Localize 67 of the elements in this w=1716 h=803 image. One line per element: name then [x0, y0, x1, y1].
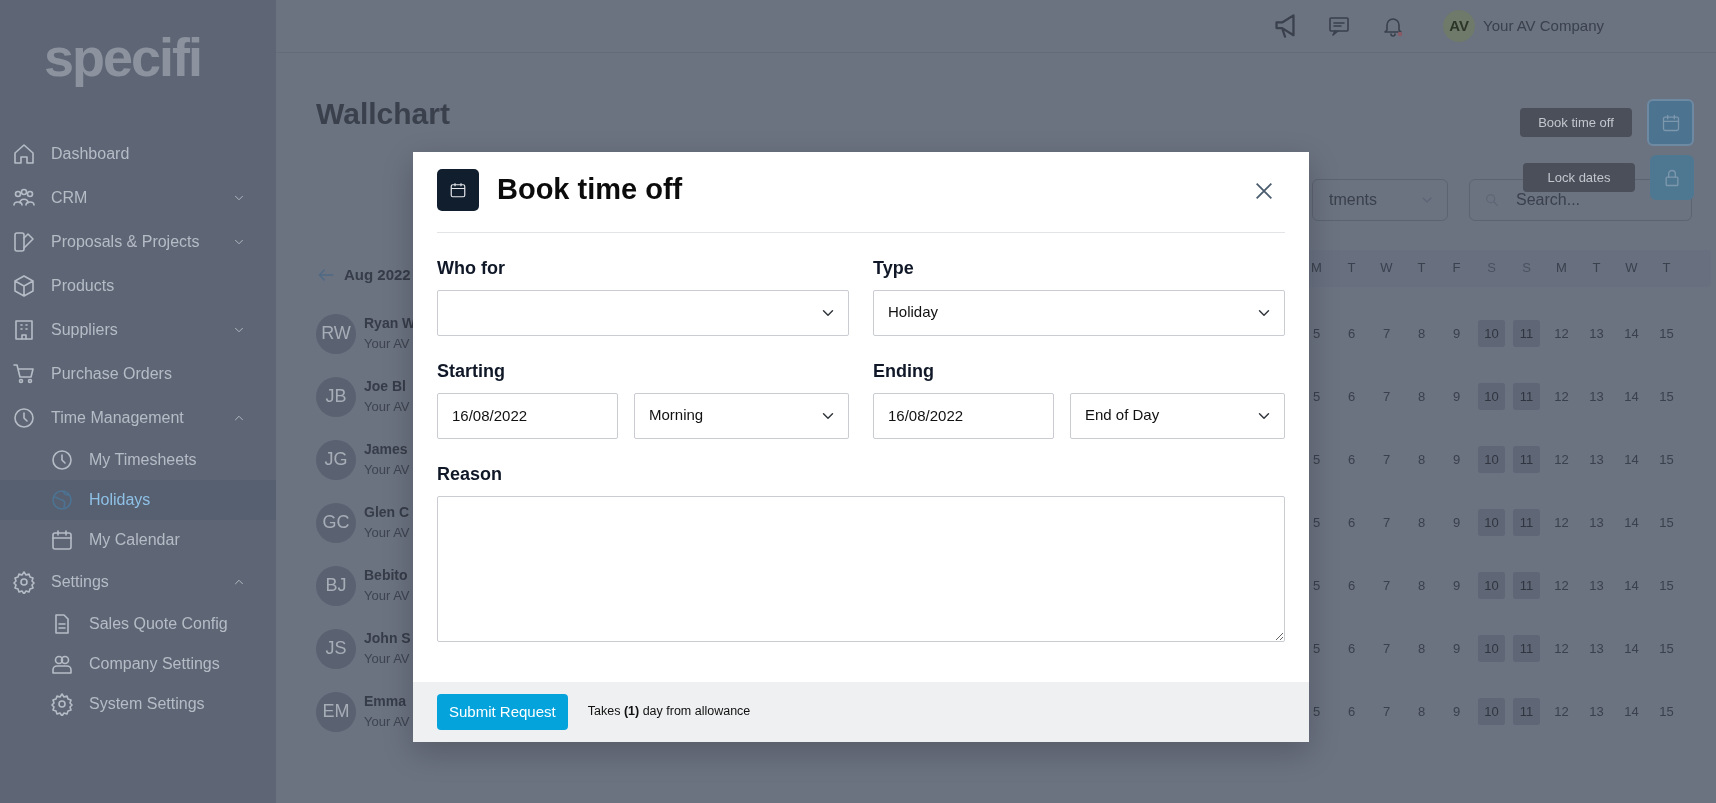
avatar: GC — [316, 502, 356, 543]
house-icon — [12, 142, 36, 166]
person-select[interactable] — [437, 289, 849, 336]
session-select[interactable]: Morning — [634, 392, 849, 439]
chat-icon — [1327, 14, 1352, 38]
sidebar-item[interactable]: Dashboard — [0, 132, 276, 176]
submit-button[interactable]: Submit Request — [437, 693, 568, 730]
calendar-icon — [50, 528, 74, 552]
settings-icon — [50, 692, 74, 716]
megaphone-icon — [1273, 14, 1298, 38]
lock-button[interactable] — [1650, 155, 1694, 200]
person-name: Emma — [364, 692, 408, 712]
avatar: JB — [316, 376, 356, 417]
clock-icon — [12, 406, 36, 430]
sidebar-item[interactable]: Settings — [0, 560, 276, 604]
sidebar-item[interactable]: Suppliers — [0, 308, 276, 352]
session-select[interactable]: End of Day — [1070, 392, 1285, 439]
day-cell: 11 — [1513, 383, 1540, 410]
field-label: Starting — [437, 359, 506, 383]
type-select[interactable]: Holiday — [873, 289, 1285, 336]
field-label: Reason — [437, 462, 504, 486]
date-field[interactable]: 16/08/2022 — [873, 392, 1054, 439]
sidebar-item[interactable]: Time Management — [0, 396, 276, 440]
building-icon — [12, 318, 36, 342]
avatar: JG — [316, 439, 356, 480]
avatar: JS — [316, 628, 356, 669]
clock-icon — [50, 448, 74, 472]
day-cell: 11 — [1513, 509, 1540, 536]
calendar-icon — [1660, 112, 1681, 133]
sidebar-item[interactable]: My Calendar — [0, 520, 276, 560]
date-field[interactable]: 16/08/2022 — [437, 392, 618, 439]
sidebar-item[interactable]: CRM — [0, 176, 276, 220]
field-label: Ending — [873, 359, 935, 383]
avatar: EM — [316, 691, 356, 732]
avatar[interactable]: AV — [1443, 10, 1476, 42]
month-label: Aug 2022 — [344, 264, 411, 285]
settings-icon — [12, 570, 36, 594]
day-cell: 11 — [1513, 446, 1540, 473]
allowance-note: Takes (1) day from allowance — [587, 703, 751, 721]
sidebar-item[interactable]: Proposals & Projects — [0, 220, 276, 264]
sidebar-item[interactable]: Sales Quote Config — [0, 604, 276, 644]
day-cell: 11 — [1513, 572, 1540, 599]
sidebar-item[interactable]: System Settings — [0, 684, 276, 724]
calendar-button[interactable] — [1647, 99, 1694, 146]
avatar: RW — [316, 313, 356, 354]
cart-icon — [12, 362, 36, 386]
sidebar-item[interactable]: My Timesheets — [0, 440, 276, 480]
tooltip: Lock dates — [1523, 162, 1635, 193]
document-icon — [12, 230, 36, 254]
modal-title: Book time off — [497, 172, 683, 207]
person-name: Bebito — [364, 566, 409, 586]
reason-field[interactable] — [437, 495, 1285, 642]
field-label: Who for — [437, 256, 506, 280]
cube-icon — [12, 274, 36, 298]
day-cell: 11 — [1513, 635, 1540, 662]
sidebar-item[interactable]: Products — [0, 264, 276, 308]
sidebar-item[interactable]: Holidays — [0, 480, 276, 520]
sidebar-item[interactable]: Company Settings — [0, 644, 276, 684]
day-cell: 11 — [1513, 698, 1540, 725]
day-cell: 11 — [1513, 320, 1540, 347]
tooltip: Book time off — [1520, 107, 1632, 138]
avatar: BJ — [316, 565, 356, 606]
sidebar-item[interactable]: Purchase Orders — [0, 352, 276, 396]
person-name: James — [364, 440, 409, 460]
globe-icon — [50, 488, 74, 512]
field-label: Type — [873, 256, 915, 280]
calendar-icon — [437, 168, 479, 211]
